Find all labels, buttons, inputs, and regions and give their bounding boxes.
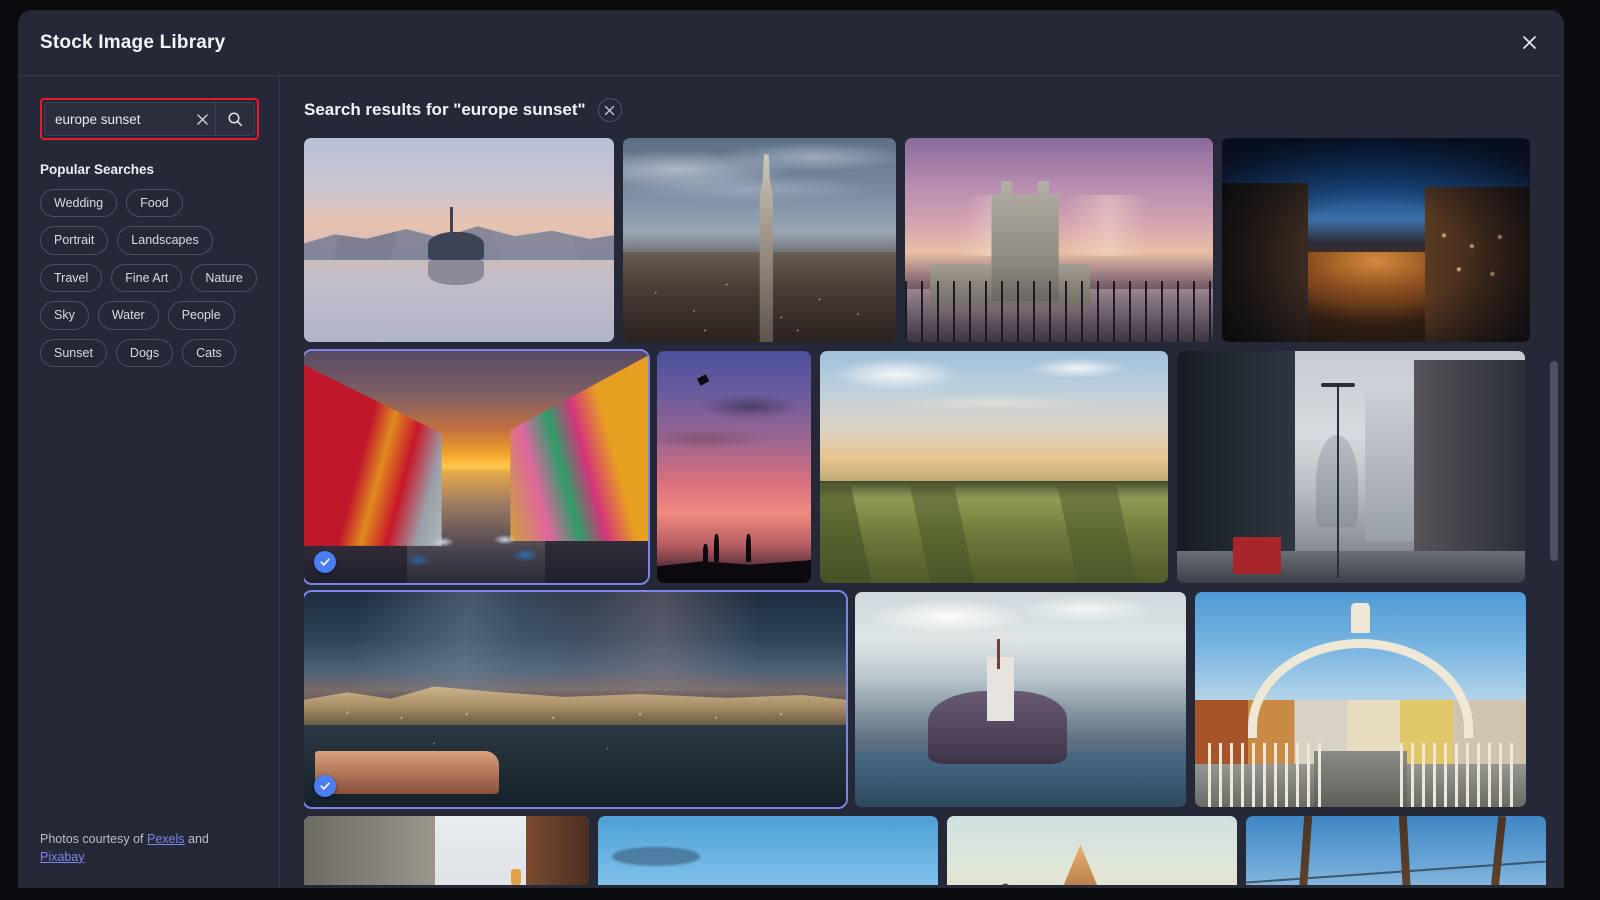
tag-food[interactable]: Food bbox=[126, 189, 183, 217]
submit-search-button[interactable] bbox=[216, 103, 254, 135]
popular-searches-list: Wedding Food Portrait Landscapes Travel … bbox=[40, 189, 259, 367]
results-header: Search results for "europe sunset" bbox=[304, 98, 1564, 122]
image-thumb-farmland-golden-panorama[interactable] bbox=[820, 351, 1168, 583]
thumb-art bbox=[304, 138, 614, 342]
tag-water[interactable]: Water bbox=[98, 301, 159, 329]
image-thumb-poles-and-wires-sky[interactable] bbox=[1246, 816, 1546, 885]
clear-results-button[interactable] bbox=[598, 98, 622, 122]
page-title: Stock Image Library bbox=[40, 32, 225, 54]
thumb-art bbox=[1222, 138, 1530, 342]
tag-people[interactable]: People bbox=[168, 301, 235, 329]
image-row bbox=[304, 816, 1542, 885]
thumb-art bbox=[304, 592, 846, 807]
image-thumb-courtyard-blue-hour[interactable] bbox=[1222, 138, 1530, 342]
tag-wedding[interactable]: Wedding bbox=[40, 189, 117, 217]
tag-sky[interactable]: Sky bbox=[40, 301, 89, 329]
pixabay-link[interactable]: Pixabay bbox=[40, 850, 84, 864]
credits-prefix: Photos courtesy of bbox=[40, 832, 147, 846]
image-thumb-stone-facade-street[interactable] bbox=[304, 816, 589, 885]
results-heading: Search results for "europe sunset" bbox=[304, 100, 586, 120]
thumb-art bbox=[1195, 592, 1526, 807]
tag-cats[interactable]: Cats bbox=[182, 339, 236, 367]
search-input[interactable] bbox=[45, 112, 189, 127]
search-box bbox=[44, 102, 255, 136]
clear-search-button[interactable] bbox=[189, 103, 215, 135]
tag-travel[interactable]: Travel bbox=[40, 264, 102, 292]
selected-check-badge bbox=[314, 775, 336, 797]
thumb-art bbox=[820, 351, 1168, 583]
results-scrollbar-thumb[interactable] bbox=[1550, 361, 1558, 561]
close-icon bbox=[1521, 34, 1538, 51]
pexels-link[interactable]: Pexels bbox=[147, 832, 185, 846]
modal-header: Stock Image Library bbox=[18, 10, 1564, 76]
tag-landscapes[interactable]: Landscapes bbox=[117, 226, 212, 254]
image-thumb-kite-flyers-silhouette[interactable] bbox=[657, 351, 811, 583]
search-highlight-box bbox=[40, 98, 259, 140]
tag-fine-art[interactable]: Fine Art bbox=[111, 264, 182, 292]
tag-nature[interactable]: Nature bbox=[191, 264, 257, 292]
selected-check-badge bbox=[314, 551, 336, 573]
thumb-art bbox=[1177, 351, 1525, 583]
image-thumb-london-street-gherkin[interactable] bbox=[1177, 351, 1525, 583]
image-thumb-blue-sky-cloud[interactable] bbox=[598, 816, 938, 885]
popular-searches-heading: Popular Searches bbox=[40, 162, 259, 177]
thumb-art bbox=[657, 351, 811, 583]
close-icon bbox=[604, 105, 615, 116]
image-row bbox=[304, 138, 1542, 342]
image-row bbox=[304, 592, 1542, 807]
thumb-art bbox=[304, 816, 589, 885]
image-thumb-burano-canal-sunset[interactable] bbox=[304, 351, 648, 583]
stock-image-library-modal: Stock Image Library bbox=[18, 10, 1564, 888]
thumb-art bbox=[598, 816, 938, 885]
photo-credits: Photos courtesy of Pexels and Pixabay bbox=[40, 830, 230, 888]
thumb-art bbox=[855, 592, 1186, 807]
thumb-art bbox=[1246, 816, 1546, 885]
image-row bbox=[304, 351, 1542, 583]
tag-dogs[interactable]: Dogs bbox=[116, 339, 173, 367]
check-icon bbox=[319, 780, 331, 792]
close-modal-button[interactable] bbox=[1514, 28, 1544, 58]
image-thumb-dresden-riverfront-night[interactable] bbox=[304, 592, 846, 807]
image-grid bbox=[304, 138, 1564, 885]
tag-portrait[interactable]: Portrait bbox=[40, 226, 108, 254]
modal-body: Popular Searches Wedding Food Portrait L… bbox=[18, 76, 1564, 888]
results-panel: Search results for "europe sunset" bbox=[280, 76, 1564, 888]
close-icon bbox=[196, 113, 209, 126]
thumb-art bbox=[623, 138, 896, 342]
sidebar: Popular Searches Wedding Food Portrait L… bbox=[18, 76, 280, 888]
image-thumb-bled-island-church-day[interactable] bbox=[855, 592, 1186, 807]
image-thumb-belem-tower-purple-sunset[interactable] bbox=[905, 138, 1213, 342]
thumb-art bbox=[905, 138, 1213, 342]
image-thumb-matterhorn-peak-glow[interactable] bbox=[947, 816, 1237, 885]
credits-middle: and bbox=[185, 832, 209, 846]
check-icon bbox=[319, 556, 331, 568]
tag-sunset[interactable]: Sunset bbox=[40, 339, 107, 367]
image-thumb-hapenny-bridge-dublin[interactable] bbox=[1195, 592, 1526, 807]
image-thumb-lake-bled-dawn-reflection[interactable] bbox=[304, 138, 614, 342]
thumb-art bbox=[304, 351, 648, 583]
search-icon bbox=[227, 111, 243, 127]
image-thumb-munich-cityscape-tower[interactable] bbox=[623, 138, 896, 342]
thumb-art bbox=[947, 816, 1237, 885]
